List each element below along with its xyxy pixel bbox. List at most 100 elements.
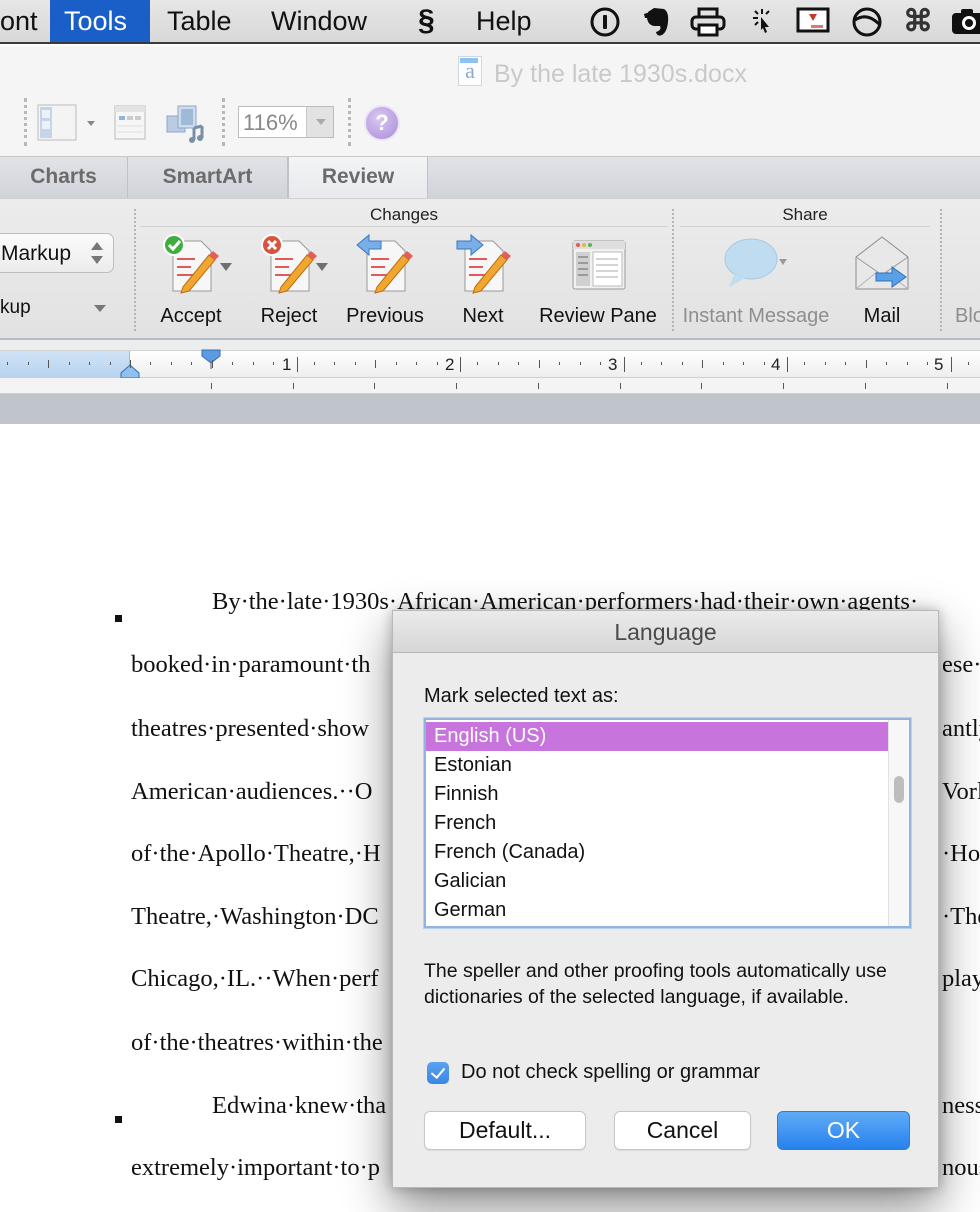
reject-button[interactable]: Reject	[248, 233, 330, 333]
ruler-tick	[886, 362, 888, 365]
camera-icon[interactable]	[950, 6, 980, 38]
dialog-titlebar[interactable]: Language	[393, 611, 938, 653]
scrollbar-thumb[interactable]	[894, 776, 904, 803]
group-separator	[940, 209, 942, 331]
ruler-tick	[334, 362, 336, 365]
listbox-scrollbar[interactable]	[888, 720, 909, 926]
show-markup-dropdown[interactable]: kup	[0, 297, 31, 319]
script-menu-icon[interactable]: §	[404, 0, 449, 42]
next-change-button[interactable]: Next	[448, 233, 518, 333]
window-titlebar: a By the late 1930s.docx 116% ?	[0, 46, 980, 156]
default-button[interactable]: Default...	[424, 1111, 586, 1150]
document-line: of·the·Apollo·Theatre,·H	[131, 840, 381, 867]
blog-label: Blo	[955, 305, 980, 327]
ruler-tick	[211, 360, 213, 368]
ruler-tick	[170, 362, 172, 365]
document-line-right: antly	[942, 715, 980, 742]
ruler-tick	[497, 362, 499, 365]
zoom-dropdown-button[interactable]	[306, 107, 333, 137]
screen-capture-icon[interactable]	[795, 6, 831, 38]
document-line-right: ness	[942, 1092, 980, 1119]
language-option-estonian[interactable]: Estonian	[426, 751, 888, 780]
accept-button[interactable]: Accept	[148, 233, 234, 333]
tab-smartart[interactable]: SmartArt	[128, 157, 288, 199]
tab-stop-tick	[210, 383, 212, 389]
sidebar-view-icon[interactable]	[37, 104, 99, 147]
language-option-galician[interactable]: Galician	[426, 867, 888, 896]
printer-icon[interactable]	[688, 6, 728, 38]
ruler-tick	[477, 362, 479, 365]
menu-table[interactable]: Table	[153, 0, 246, 42]
ruler-tick	[232, 362, 234, 365]
circle-app-icon[interactable]	[850, 6, 884, 38]
ruler-tick	[743, 362, 745, 365]
tab-stop-tick	[537, 383, 539, 389]
cancel-button[interactable]: Cancel	[614, 1111, 751, 1150]
next-arrow-icon	[456, 233, 511, 294]
document-line: Chicago,·IL.··When·perf	[131, 965, 379, 992]
tab-review[interactable]: Review	[288, 157, 428, 199]
1password-icon[interactable]	[588, 6, 622, 38]
command-key-icon[interactable]: ⌘	[900, 6, 936, 38]
instant-message-button[interactable]: Instant Message	[678, 233, 834, 333]
menu-help[interactable]: Help	[462, 0, 546, 42]
language-option-french[interactable]: French	[426, 809, 888, 838]
language-option-german[interactable]: German	[426, 896, 888, 925]
tab-charts[interactable]: Charts	[0, 157, 128, 199]
ruler-tick	[950, 357, 952, 372]
tab-stop-tick	[783, 383, 784, 389]
zoom-value[interactable]: 116%	[243, 110, 298, 136]
language-option-english-us[interactable]: English (US)	[426, 722, 888, 751]
ruler-tick	[375, 360, 377, 368]
language-listbox[interactable]: English (US) Estonian Finnish French Fre…	[424, 718, 911, 928]
language-option-finnish[interactable]: Finnish	[426, 780, 888, 809]
menu-bar: ont Tools Table Window § Help ⌘	[0, 0, 980, 44]
document-line: American·audiences.··O	[131, 778, 373, 805]
menu-font[interactable]: ont	[0, 0, 52, 42]
mail-button[interactable]: Mail	[848, 233, 916, 333]
ruler-tick	[130, 360, 131, 368]
previous-label: Previous	[346, 305, 424, 327]
chevron-down-icon[interactable]	[94, 305, 106, 312]
gallery-view-icon[interactable]	[114, 104, 148, 147]
ruler-tick	[865, 360, 867, 368]
ruler-tick	[395, 362, 397, 365]
group-title-divider	[140, 226, 668, 227]
ruler-number: 3	[608, 355, 618, 374]
accept-dropdown-caret[interactable]	[220, 263, 232, 271]
reject-change-icon	[261, 234, 317, 294]
media-browser-icon[interactable]	[166, 104, 208, 149]
zoom-combobox[interactable]: 116%	[238, 106, 334, 138]
toolbar-separator	[24, 98, 27, 146]
tab-stop-tick	[701, 383, 703, 389]
instant-message-label: Instant Message	[682, 305, 830, 327]
menu-tools[interactable]: Tools	[50, 0, 150, 42]
help-button[interactable]: ?	[364, 105, 400, 141]
reject-label: Reject	[260, 305, 318, 327]
do-not-check-spelling-checkbox[interactable]	[427, 1062, 449, 1084]
previous-change-button[interactable]: Previous	[340, 233, 430, 333]
ok-button[interactable]: OK	[777, 1111, 910, 1150]
reject-dropdown-caret[interactable]	[316, 263, 328, 271]
menu-window[interactable]: Window	[257, 0, 381, 42]
ruler-tick	[600, 362, 602, 365]
horizontal-ruler[interactable]: 1 2 3 4 5	[0, 349, 980, 392]
ruler-tick	[273, 362, 275, 365]
do-not-check-spelling-label[interactable]: Do not check spelling or grammar	[461, 1061, 760, 1084]
document-line: Edwina·knew·tha	[212, 1092, 387, 1119]
ruler-tick	[191, 362, 193, 365]
blog-button-partial[interactable]: Blo	[955, 233, 980, 333]
cursor-highlight-icon[interactable]	[748, 6, 776, 38]
language-option-french-canada[interactable]: French (Canada)	[426, 838, 888, 867]
share-group-title: Share	[782, 205, 828, 224]
document-icon: a	[458, 56, 482, 86]
ruler-tick	[906, 362, 908, 365]
ruler-number: 1	[282, 355, 292, 374]
markup-display-select[interactable]: Markup	[0, 233, 114, 273]
document-text: By·the·late·1930s	[212, 588, 389, 615]
evernote-icon[interactable]	[640, 6, 674, 38]
changes-group-title: Changes	[369, 205, 439, 224]
ruler-tick	[296, 357, 298, 372]
ruler-tick	[845, 362, 847, 365]
review-pane-button[interactable]: Review Pane	[536, 233, 660, 333]
